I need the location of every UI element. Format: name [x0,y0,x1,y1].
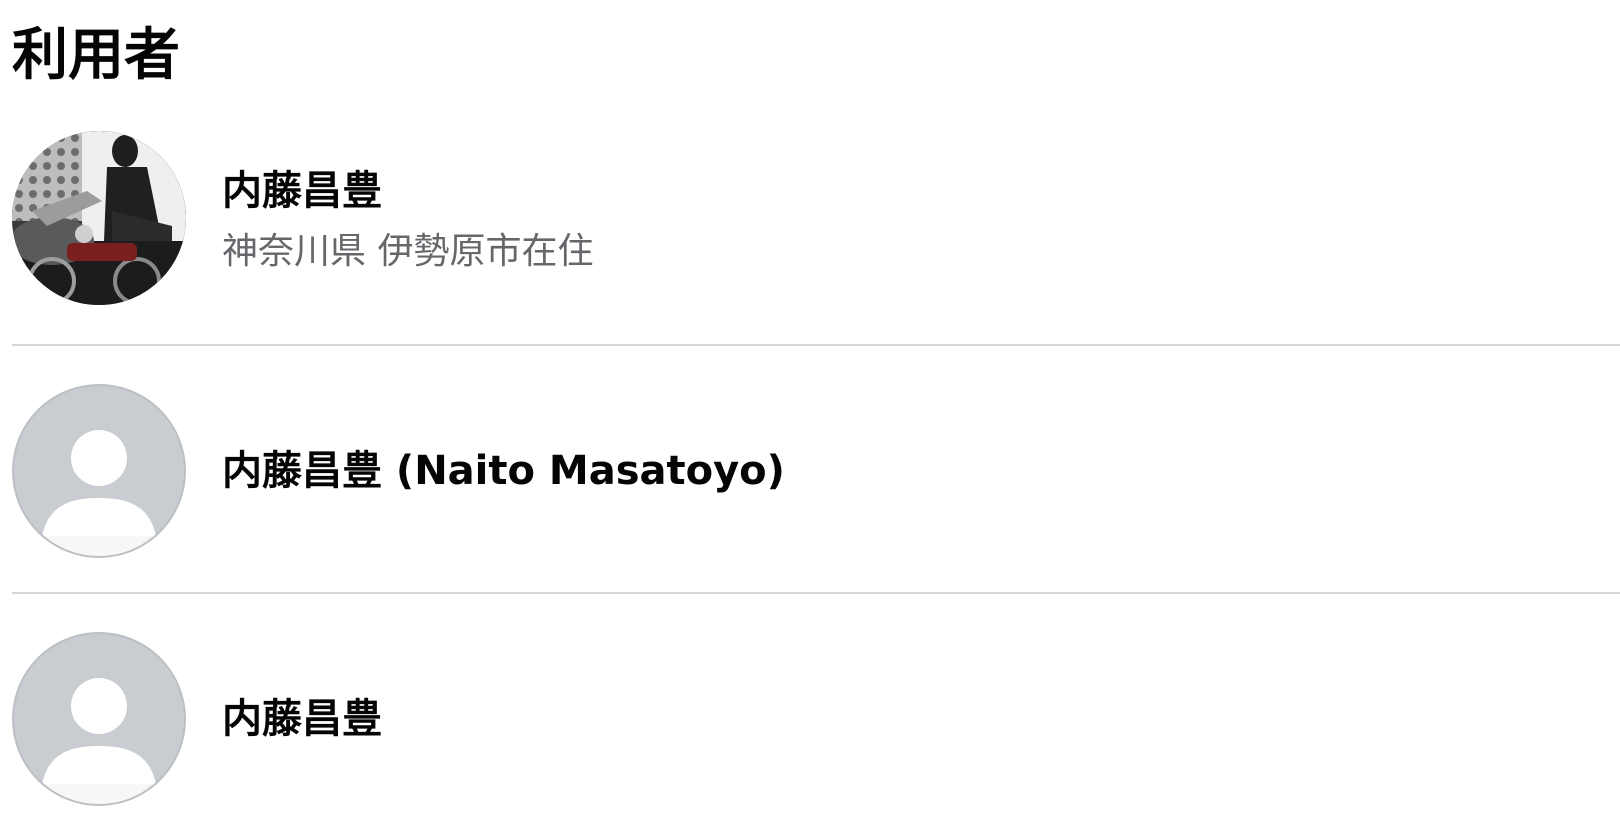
user-result-row[interactable]: 内藤昌豊 (Naito Masatoyo) [12,346,1620,594]
user-name[interactable]: 内藤昌豊 [222,166,593,216]
user-result-row[interactable]: 内藤昌豊 [12,594,1620,826]
section-title: 利用者 [12,23,180,88]
avatar[interactable] [12,384,186,558]
profile-photo-icon [12,131,186,305]
user-text: 内藤昌豊 (Naito Masatoyo) [222,446,785,496]
default-avatar-icon [14,678,184,804]
avatar[interactable] [12,131,186,305]
avatar[interactable] [12,632,186,806]
user-name[interactable]: 内藤昌豊 (Naito Masatoyo) [222,446,785,496]
user-text: 内藤昌豊 [222,694,382,744]
user-name[interactable]: 内藤昌豊 [222,694,382,744]
default-avatar-icon [14,430,184,556]
user-list: 内藤昌豊 神奈川県 伊勢原市在住 内藤昌豊 (Naito Masatoyo) 内… [12,120,1620,826]
user-result-row[interactable]: 内藤昌豊 神奈川県 伊勢原市在住 [12,120,1620,346]
search-results-page: 利用者 内藤昌豊 神奈川県 伊勢原市在住 内藤昌豊 (Naito Masatoy… [0,0,1620,826]
user-text: 内藤昌豊 神奈川県 伊勢原市在住 [222,166,593,276]
user-location: 神奈川県 伊勢原市在住 [222,231,594,272]
